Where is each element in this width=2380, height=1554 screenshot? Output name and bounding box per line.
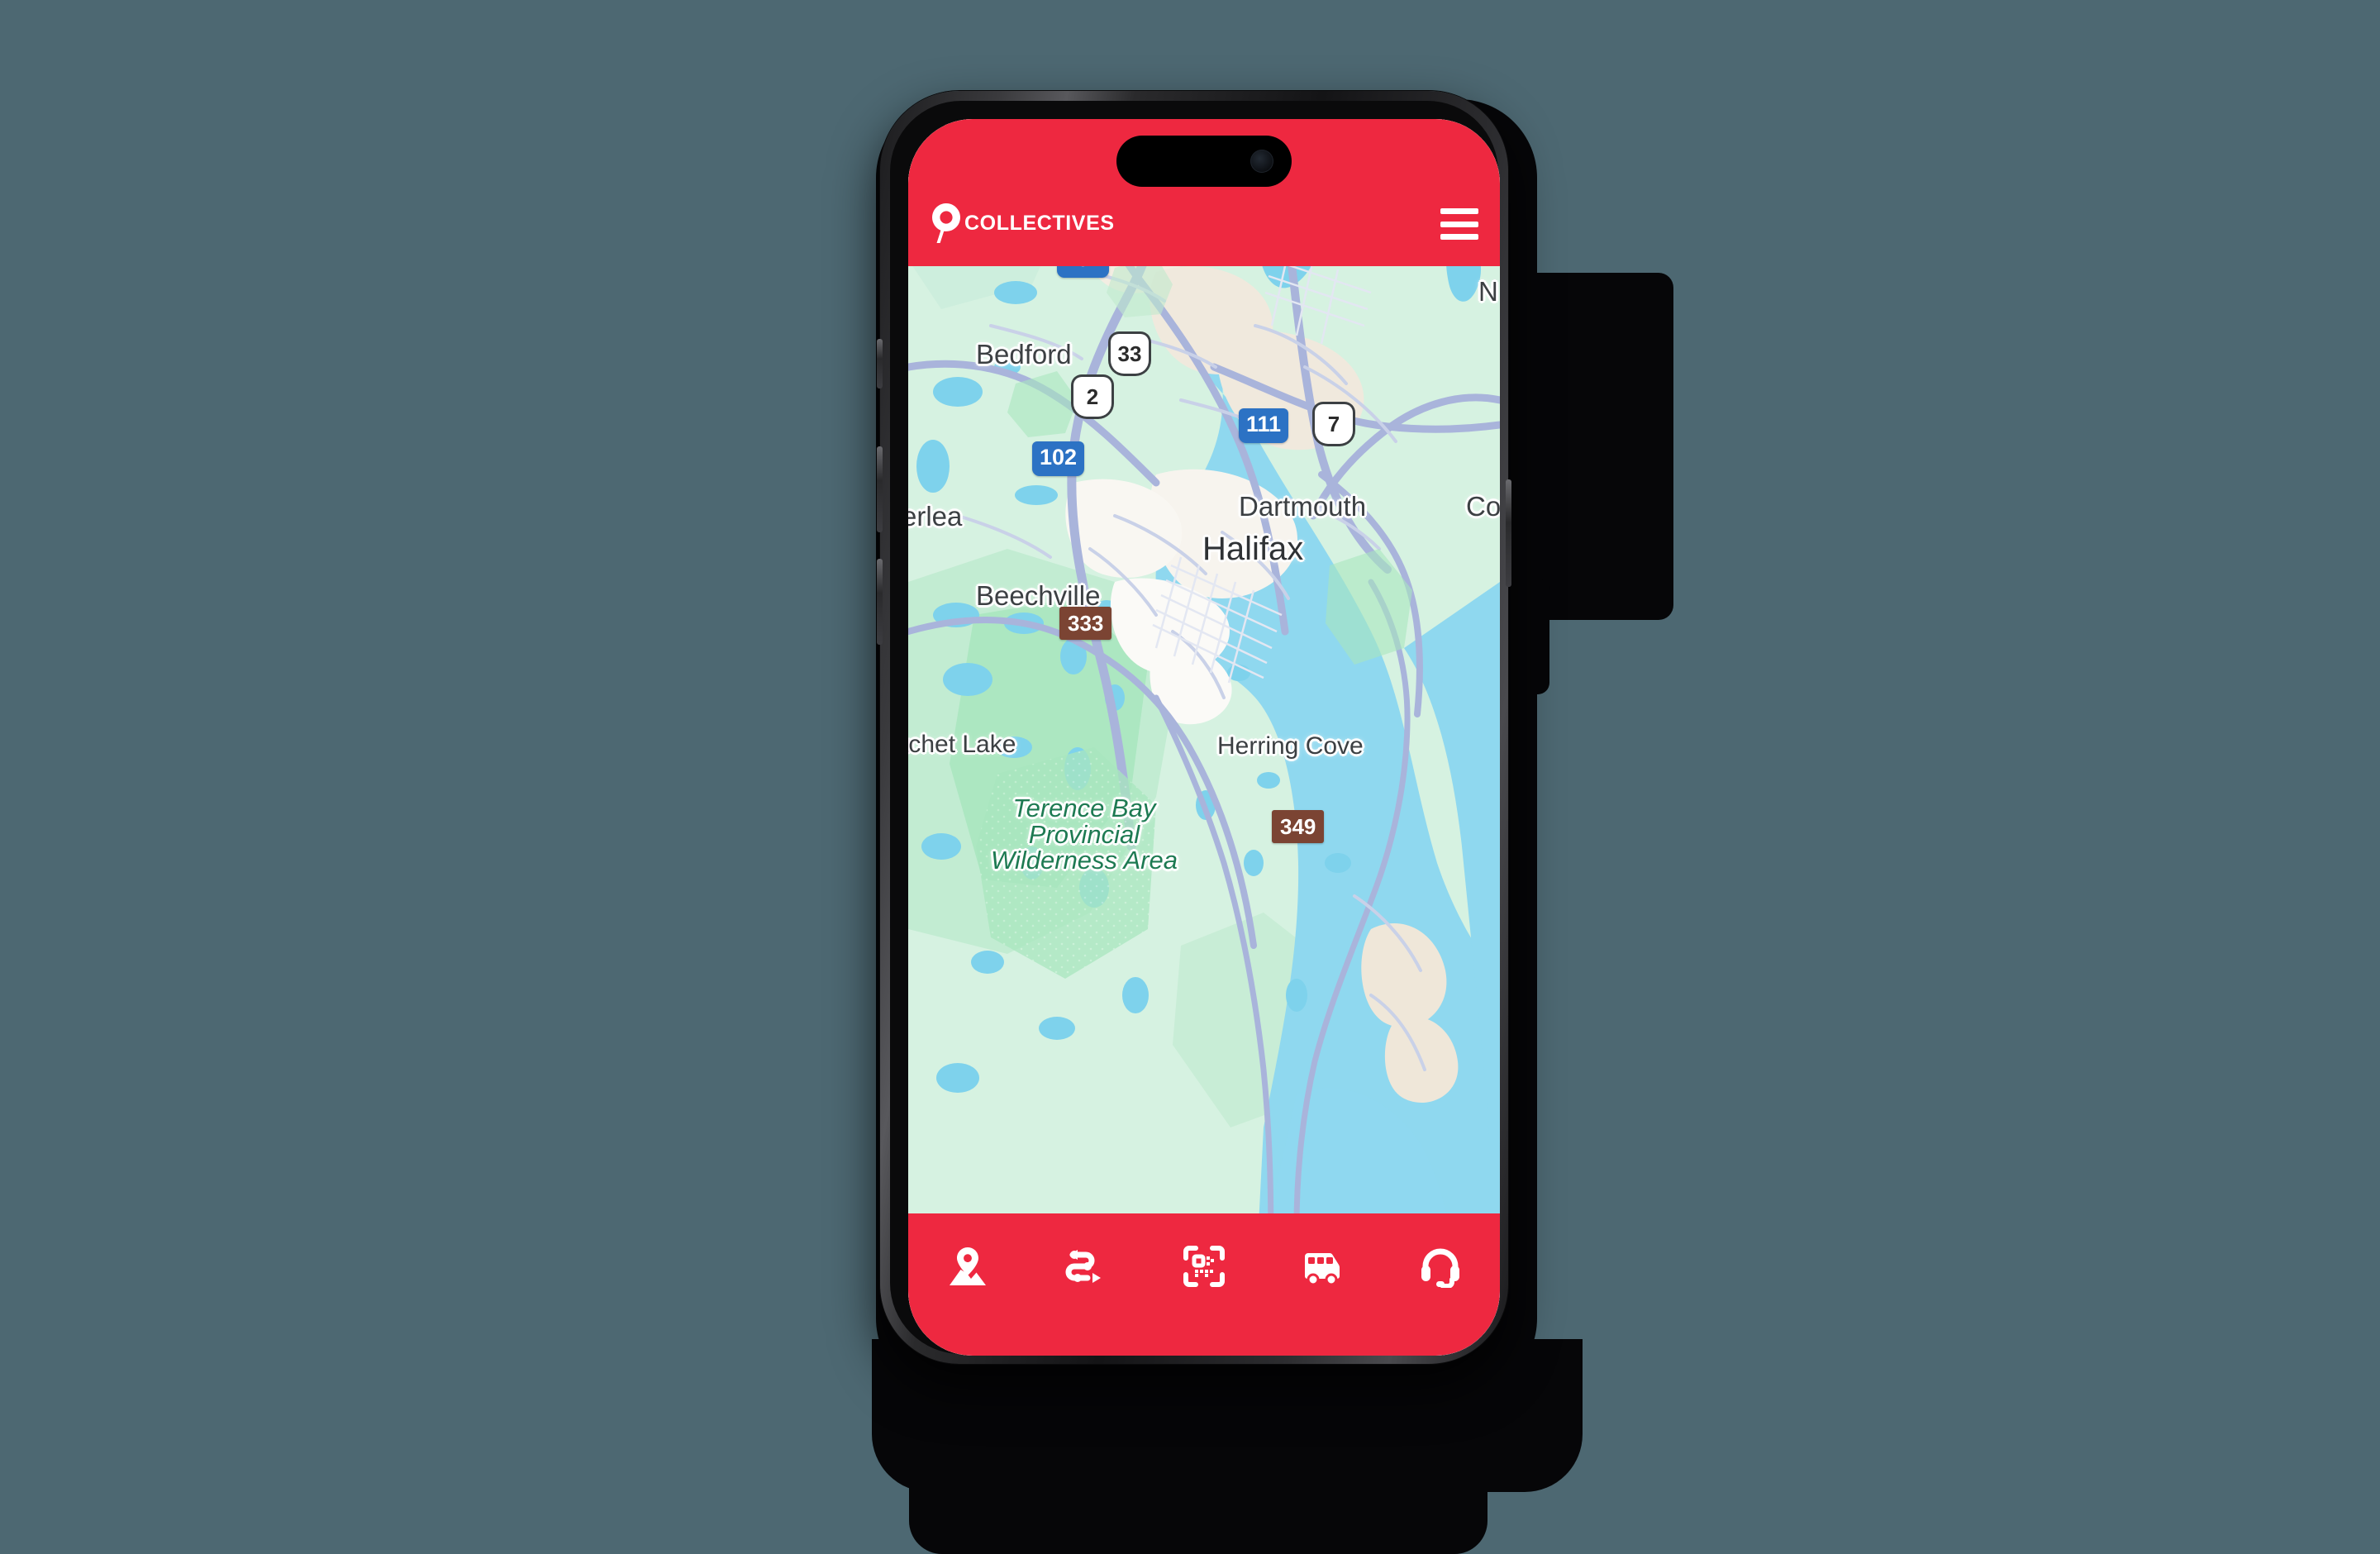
bottom-navigation-bar [908,1213,1500,1356]
action-button[interactable] [877,339,883,388]
route-transfer-icon [1064,1245,1107,1288]
hamburger-menu-icon[interactable] [1440,208,1478,240]
volume-up-button[interactable] [877,446,883,532]
menu-bar-top [1440,208,1478,214]
qr-scan-icon [1183,1245,1226,1288]
map-pin-location-icon [946,1245,989,1288]
nav-item-shuttle[interactable] [1281,1233,1364,1299]
nav-item-scan[interactable] [1163,1233,1245,1299]
volume-down-button[interactable] [877,559,883,645]
map-canvas[interactable]: Sackville Bedford N erlea Dartmouth Col … [908,119,1500,1356]
phone-shadow-right [1504,273,1673,620]
brand-logo[interactable]: COLLECTIVES [930,202,1115,245]
menu-bar-bottom [1440,234,1478,240]
phone-device-frame: Sackville Bedford N erlea Dartmouth Col … [877,91,1511,1364]
bus-shuttle-icon [1301,1245,1344,1288]
nav-item-locations[interactable] [926,1233,1009,1299]
brand-name: COLLECTIVES [964,211,1115,235]
nav-item-support[interactable] [1399,1233,1482,1299]
menu-bar-middle [1440,221,1478,227]
nav-item-routes[interactable] [1045,1233,1127,1299]
phone-bezel: Sackville Bedford N erlea Dartmouth Col … [890,101,1500,1356]
headset-support-icon [1419,1245,1462,1288]
phone-screen: Sackville Bedford N erlea Dartmouth Col … [908,119,1500,1356]
map-vector [908,119,1500,1356]
phone-shadow-bottom-tail [909,1405,1488,1554]
page-background: Sackville Bedford N erlea Dartmouth Col … [0,0,2380,1554]
front-camera-lens [1250,150,1273,173]
dynamic-island [1116,136,1292,187]
power-button[interactable] [1506,479,1511,587]
map-pin-logo-icon [930,202,963,245]
